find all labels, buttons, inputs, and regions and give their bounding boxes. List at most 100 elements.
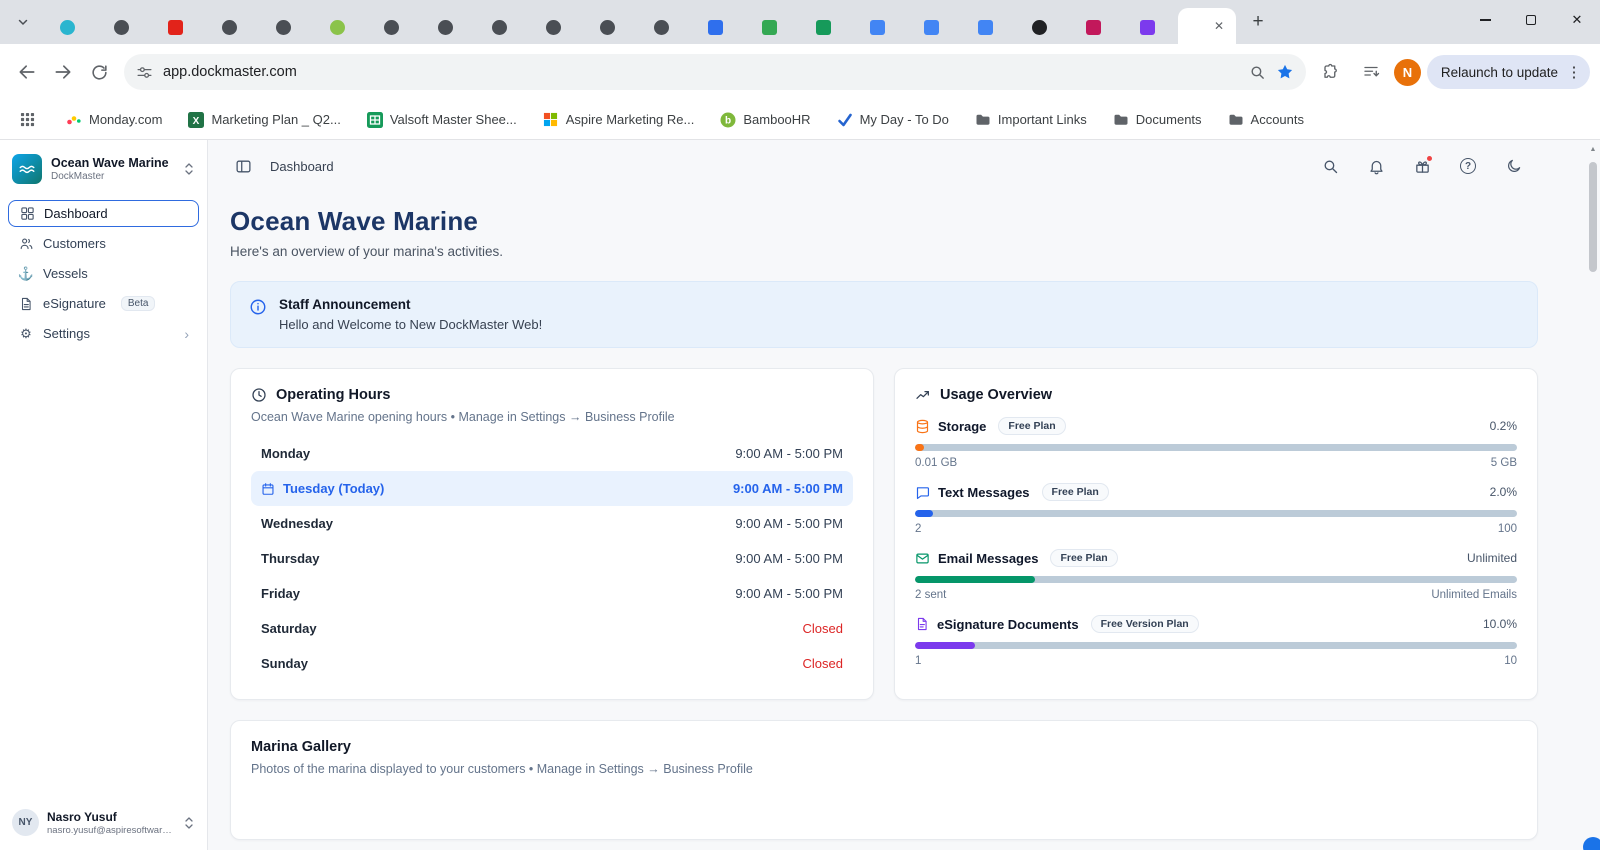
whats-new-button[interactable] [1408,152,1436,180]
browser-tab[interactable] [418,10,472,44]
browser-tab[interactable] [526,10,580,44]
bookmark-label: Documents [1136,112,1202,127]
notifications-button[interactable] [1362,152,1390,180]
search-page-icon[interactable] [1249,64,1266,81]
address-bar[interactable]: app.dockmaster.com [124,54,1306,90]
user-text: Nasro Yusuf nasro.yusuf@aspiresoftware..… [47,810,175,836]
banner-title: Staff Announcement [279,297,542,312]
bookmark-marketing-plan[interactable]: X Marketing Plan _ Q2... [188,112,340,128]
browser-tab[interactable] [958,10,1012,44]
staff-announcement-banner: Staff Announcement Hello and Welcome to … [230,281,1538,348]
browser-tab[interactable] [580,10,634,44]
sidebar-item-esignature[interactable]: eSignature Beta [8,290,199,317]
tab-favicon-globe [654,20,669,35]
todo-check-icon [837,112,853,128]
browser-menu-kebab-icon[interactable]: ⋮ [1564,63,1584,81]
app-topbar: Dashboard ? [208,140,1600,192]
bookmark-star-icon[interactable] [1276,63,1294,81]
bookmark-monday[interactable]: Monday.com [66,112,162,128]
sidebar-item-customers[interactable]: Customers [8,230,199,257]
browser-tab[interactable] [202,10,256,44]
extensions-button[interactable] [1314,55,1348,89]
usage-used: 0.01 GB [915,457,957,469]
browser-tab[interactable] [742,10,796,44]
bookmark-label: Important Links [998,112,1087,127]
browser-tab[interactable] [1012,10,1066,44]
page-scrollbar[interactable]: ▲ [1586,140,1600,850]
reload-button[interactable] [82,55,116,89]
usage-limit: 100 [1498,523,1517,535]
tab-strip: ✕ + ✕ [0,0,1600,44]
maximize-icon [1526,15,1536,25]
hours-time: 9:00 AM - 5:00 PM [733,481,843,496]
extensions-puzzle-icon [1322,63,1340,81]
scrollbar-thumb[interactable] [1589,162,1597,272]
tab-favicon-globe [114,20,129,35]
forward-button[interactable] [46,55,80,89]
relaunch-to-update-button[interactable]: Relaunch to update ⋮ [1427,55,1590,89]
hours-time: Closed [803,621,843,636]
org-product: DockMaster [51,171,174,182]
browser-tab[interactable] [1120,10,1174,44]
browser-tab[interactable] [256,10,310,44]
usage-limit: 5 GB [1491,457,1517,469]
browser-tab[interactable] [1066,10,1120,44]
scroll-bottom-button[interactable] [1583,837,1600,850]
usage-bar [915,576,1517,583]
active-tab[interactable]: ✕ [1178,8,1236,44]
hours-time: Closed [803,656,843,671]
tab-favicon-black-app [1032,20,1047,35]
tab-search-button[interactable] [8,7,38,37]
bookmark-folder-accounts[interactable]: Accounts [1228,112,1304,128]
browser-tab[interactable] [850,10,904,44]
usage-name: Text Messages [938,485,1030,500]
vessel-anchor-icon: ⚓ [18,267,34,280]
browser-tab[interactable] [364,10,418,44]
bookmark-valsoft-sheet[interactable]: Valsoft Master Shee... [367,112,517,128]
browser-tab[interactable] [688,10,742,44]
site-settings-icon[interactable] [136,64,153,81]
sidebar-item-dashboard[interactable]: Dashboard [8,200,199,227]
tab-favicon-drive [762,20,777,35]
bookmark-label: My Day - To Do [860,112,949,127]
dark-mode-toggle[interactable] [1500,152,1528,180]
sidebar-item-settings[interactable]: ⚙ Settings › [8,320,199,347]
close-window-button[interactable]: ✕ [1554,0,1600,40]
help-button[interactable]: ? [1454,152,1482,180]
forward-icon [53,62,73,82]
sidebar: Ocean Wave Marine DockMaster Dashboard C… [0,140,208,850]
bookmark-label: Accounts [1251,112,1304,127]
maximize-button[interactable] [1508,0,1554,40]
browser-tab[interactable] [796,10,850,44]
usage-overview-card: Usage Overview Storage Free Plan 0.2% [894,368,1538,700]
new-tab-button[interactable]: + [1244,8,1272,36]
browser-tab[interactable] [40,10,94,44]
browser-tab[interactable] [472,10,526,44]
user-menu[interactable]: NY Nasro Yusuf nasro.yusuf@aspiresoftwar… [0,799,207,850]
bookmark-my-day-todo[interactable]: My Day - To Do [837,112,949,128]
chrome-apps-button[interactable] [14,107,40,133]
bookmark-folder-important-links[interactable]: Important Links [975,112,1087,128]
browser-tab[interactable] [148,10,202,44]
browser-tab[interactable] [634,10,688,44]
reading-list-button[interactable] [1354,55,1388,89]
bookmark-aspire-marketing[interactable]: Aspire Marketing Re... [543,112,695,128]
browser-tab[interactable] [904,10,958,44]
browser-tab[interactable] [310,10,364,44]
usage-item-text-messages: Text Messages Free Plan 2.0% 2 100 [915,483,1517,535]
usage-percent: 0.2% [1490,419,1517,433]
bookmark-bamboohr[interactable]: b BambooHR [720,112,810,128]
sidebar-toggle-button[interactable] [230,153,256,179]
scrollbar-up-arrow[interactable]: ▲ [1586,146,1600,153]
search-button[interactable] [1316,152,1344,180]
bookmark-folder-documents[interactable]: Documents [1113,112,1202,128]
usage-limit: 10 [1504,655,1517,667]
browser-tab[interactable] [94,10,148,44]
profile-avatar[interactable]: N [1394,59,1421,86]
org-switcher[interactable]: Ocean Wave Marine DockMaster [0,140,207,196]
sidebar-item-vessels[interactable]: ⚓ Vessels [8,260,199,287]
close-tab-icon[interactable]: ✕ [1211,18,1227,34]
hours-row: Wednesday 9:00 AM - 5:00 PM [251,506,853,541]
minimize-button[interactable] [1462,0,1508,40]
back-button[interactable] [10,55,44,89]
